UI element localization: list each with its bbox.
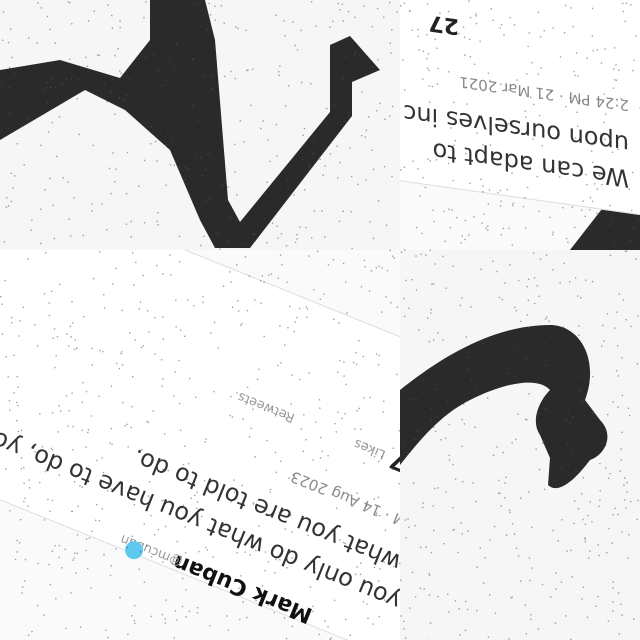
- likes-count[interactable]: 11,407: [387, 447, 400, 502]
- dark-brush-curve: [400, 250, 640, 640]
- tweet-second-count: 27: [428, 9, 459, 39]
- dark-brush-shape: [0, 0, 400, 250]
- likes-label: Likes: [351, 435, 388, 462]
- retweets-label: Retweets: [235, 388, 298, 425]
- tweet-text-line1: If you only do what you have to do, you …: [0, 402, 400, 624]
- puzzle-tile-top-right: We can adapt to upon ourselves inc 2:24 …: [400, 0, 640, 250]
- puzzle-tile-bottom-right: [400, 250, 640, 640]
- puzzle-tile-bottom-left: If you only do what you have to do, you …: [0, 250, 400, 640]
- tweet-card-secondary: We can adapt to upon ourselves inc 2:24 …: [400, 0, 640, 250]
- tweet-card-main: If you only do what you have to do, you …: [0, 250, 400, 640]
- tweet-second-timestamp: 2:24 PM · 21 Mar 2021: [459, 72, 629, 115]
- puzzle-tile-top-left: [0, 0, 400, 250]
